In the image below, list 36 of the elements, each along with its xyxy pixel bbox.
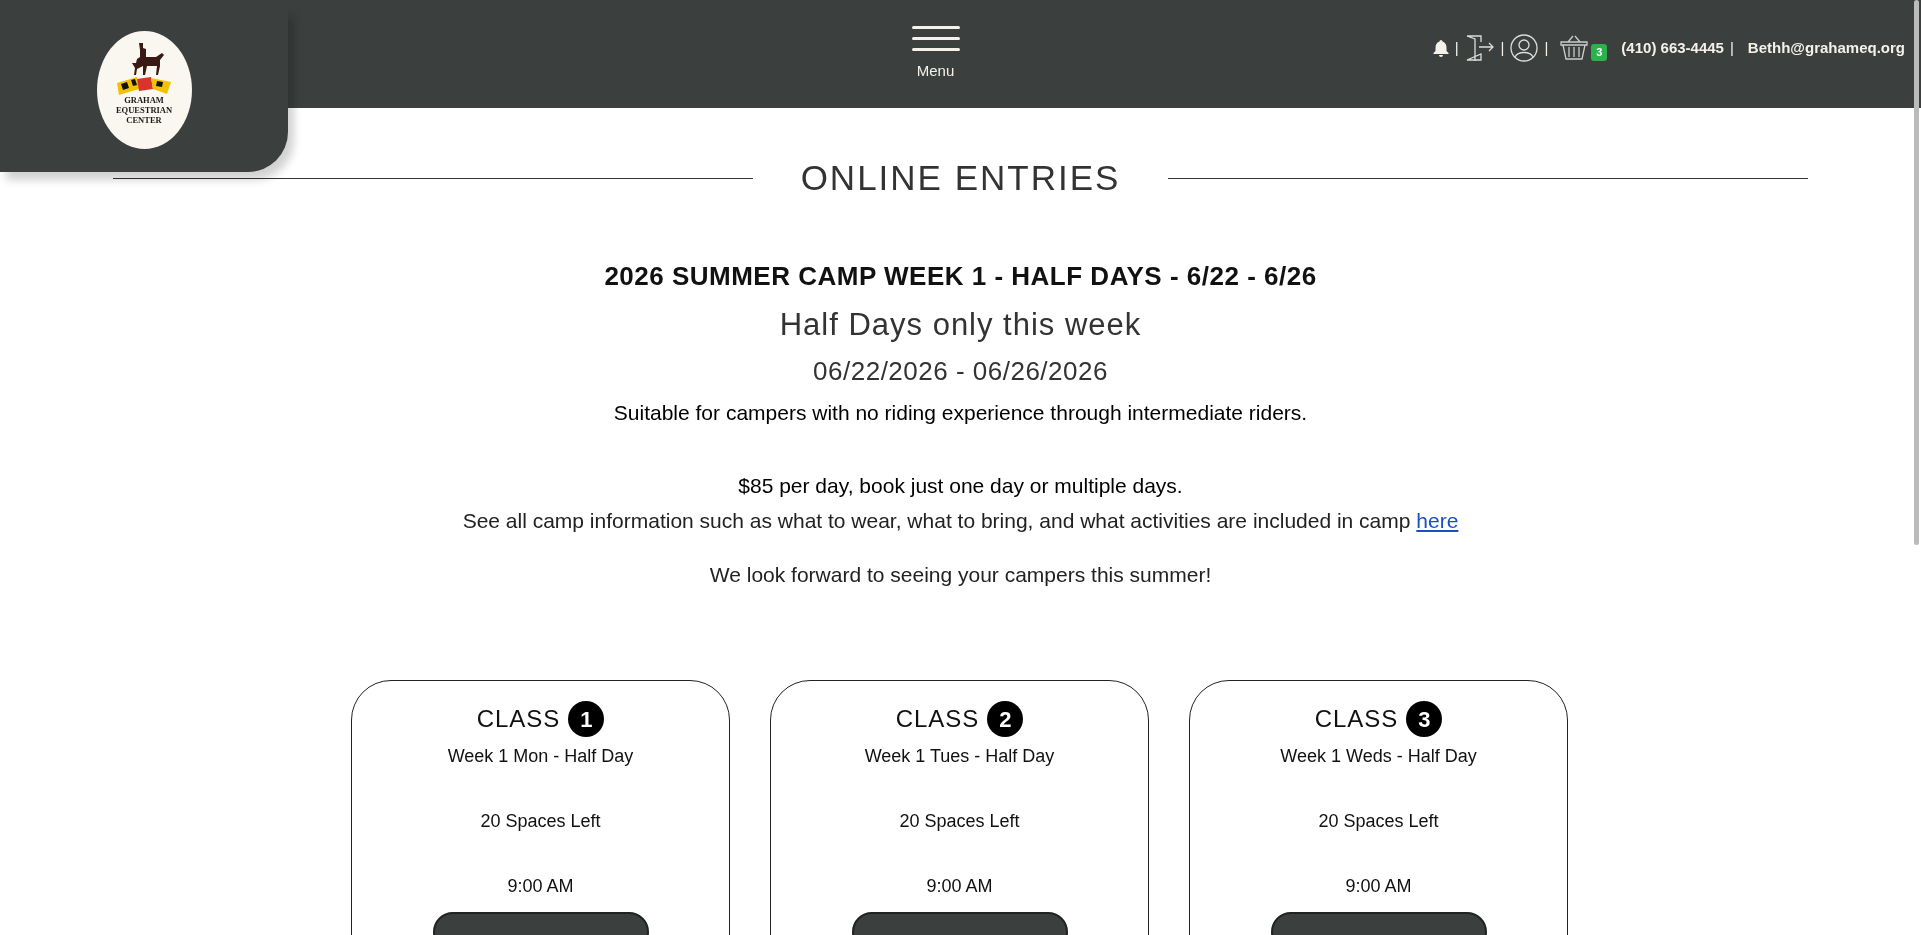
separator: | <box>1454 37 1459 58</box>
class-name: Week 1 Tues - Half Day <box>864 745 1055 768</box>
class-number-badge: 2 <box>987 701 1024 737</box>
email-link[interactable]: Bethh@grahameq.org <box>1747 36 1905 60</box>
class-label: CLASS <box>895 704 980 734</box>
info-link[interactable]: here <box>1416 509 1459 532</box>
event-dates: 06/22/2026 - 06/26/2026 <box>813 355 1108 388</box>
logo-text: GRAHAM <box>124 95 164 105</box>
closing-text: We look forward to seeing your campers this summer! <box>709 561 1212 588</box>
event-description: Suitable for campers with no riding experience through intermediate riders. <box>613 400 1308 426</box>
menu-button[interactable]: Menu <box>911 25 960 83</box>
logo[interactable]: GRAHAM EQUESTRIAN CENTER <box>96 31 192 149</box>
cart-count-badge: 3 <box>1591 43 1608 61</box>
separator: | <box>1500 37 1505 58</box>
class-label: CLASS <box>476 704 561 734</box>
class-time: 9:00 AM <box>507 875 574 898</box>
spaces-left: 20 Spaces Left <box>1318 810 1439 833</box>
logo-text: CENTER <box>126 115 162 125</box>
class-number-badge: 1 <box>568 701 605 737</box>
logo-text: EQUESTRIAN <box>115 105 173 115</box>
spaces-left: 20 Spaces Left <box>480 810 601 833</box>
phone-link[interactable]: (410) 663-4445 <box>1621 36 1724 60</box>
class-number-badge: 3 <box>1406 701 1443 737</box>
spaces-left: 20 Spaces Left <box>899 810 1020 833</box>
event-subtitle: Half Days only this week <box>779 305 1142 344</box>
class-name: Week 1 Weds - Half Day <box>1280 745 1477 768</box>
info-text: See all camp information such as what to wear, what to bring, and what activities are included in camp <box>462 509 1412 532</box>
class-name: Week 1 Mon - Half Day <box>447 745 634 768</box>
separator: | <box>1729 37 1734 58</box>
class-time: 9:00 AM <box>1345 875 1412 898</box>
separator: | <box>1544 37 1549 58</box>
price-text: $85 per day, book just one day or multiple days. <box>738 472 1183 499</box>
class-time: 9:00 AM <box>926 875 993 898</box>
section-title: ONLINE ENTRIES <box>800 157 1121 199</box>
class-label: CLASS <box>1314 704 1399 734</box>
event-title: 2026 SUMMER CAMP WEEK 1 - HALF DAYS - 6/22 - 6/26 <box>604 259 1317 293</box>
